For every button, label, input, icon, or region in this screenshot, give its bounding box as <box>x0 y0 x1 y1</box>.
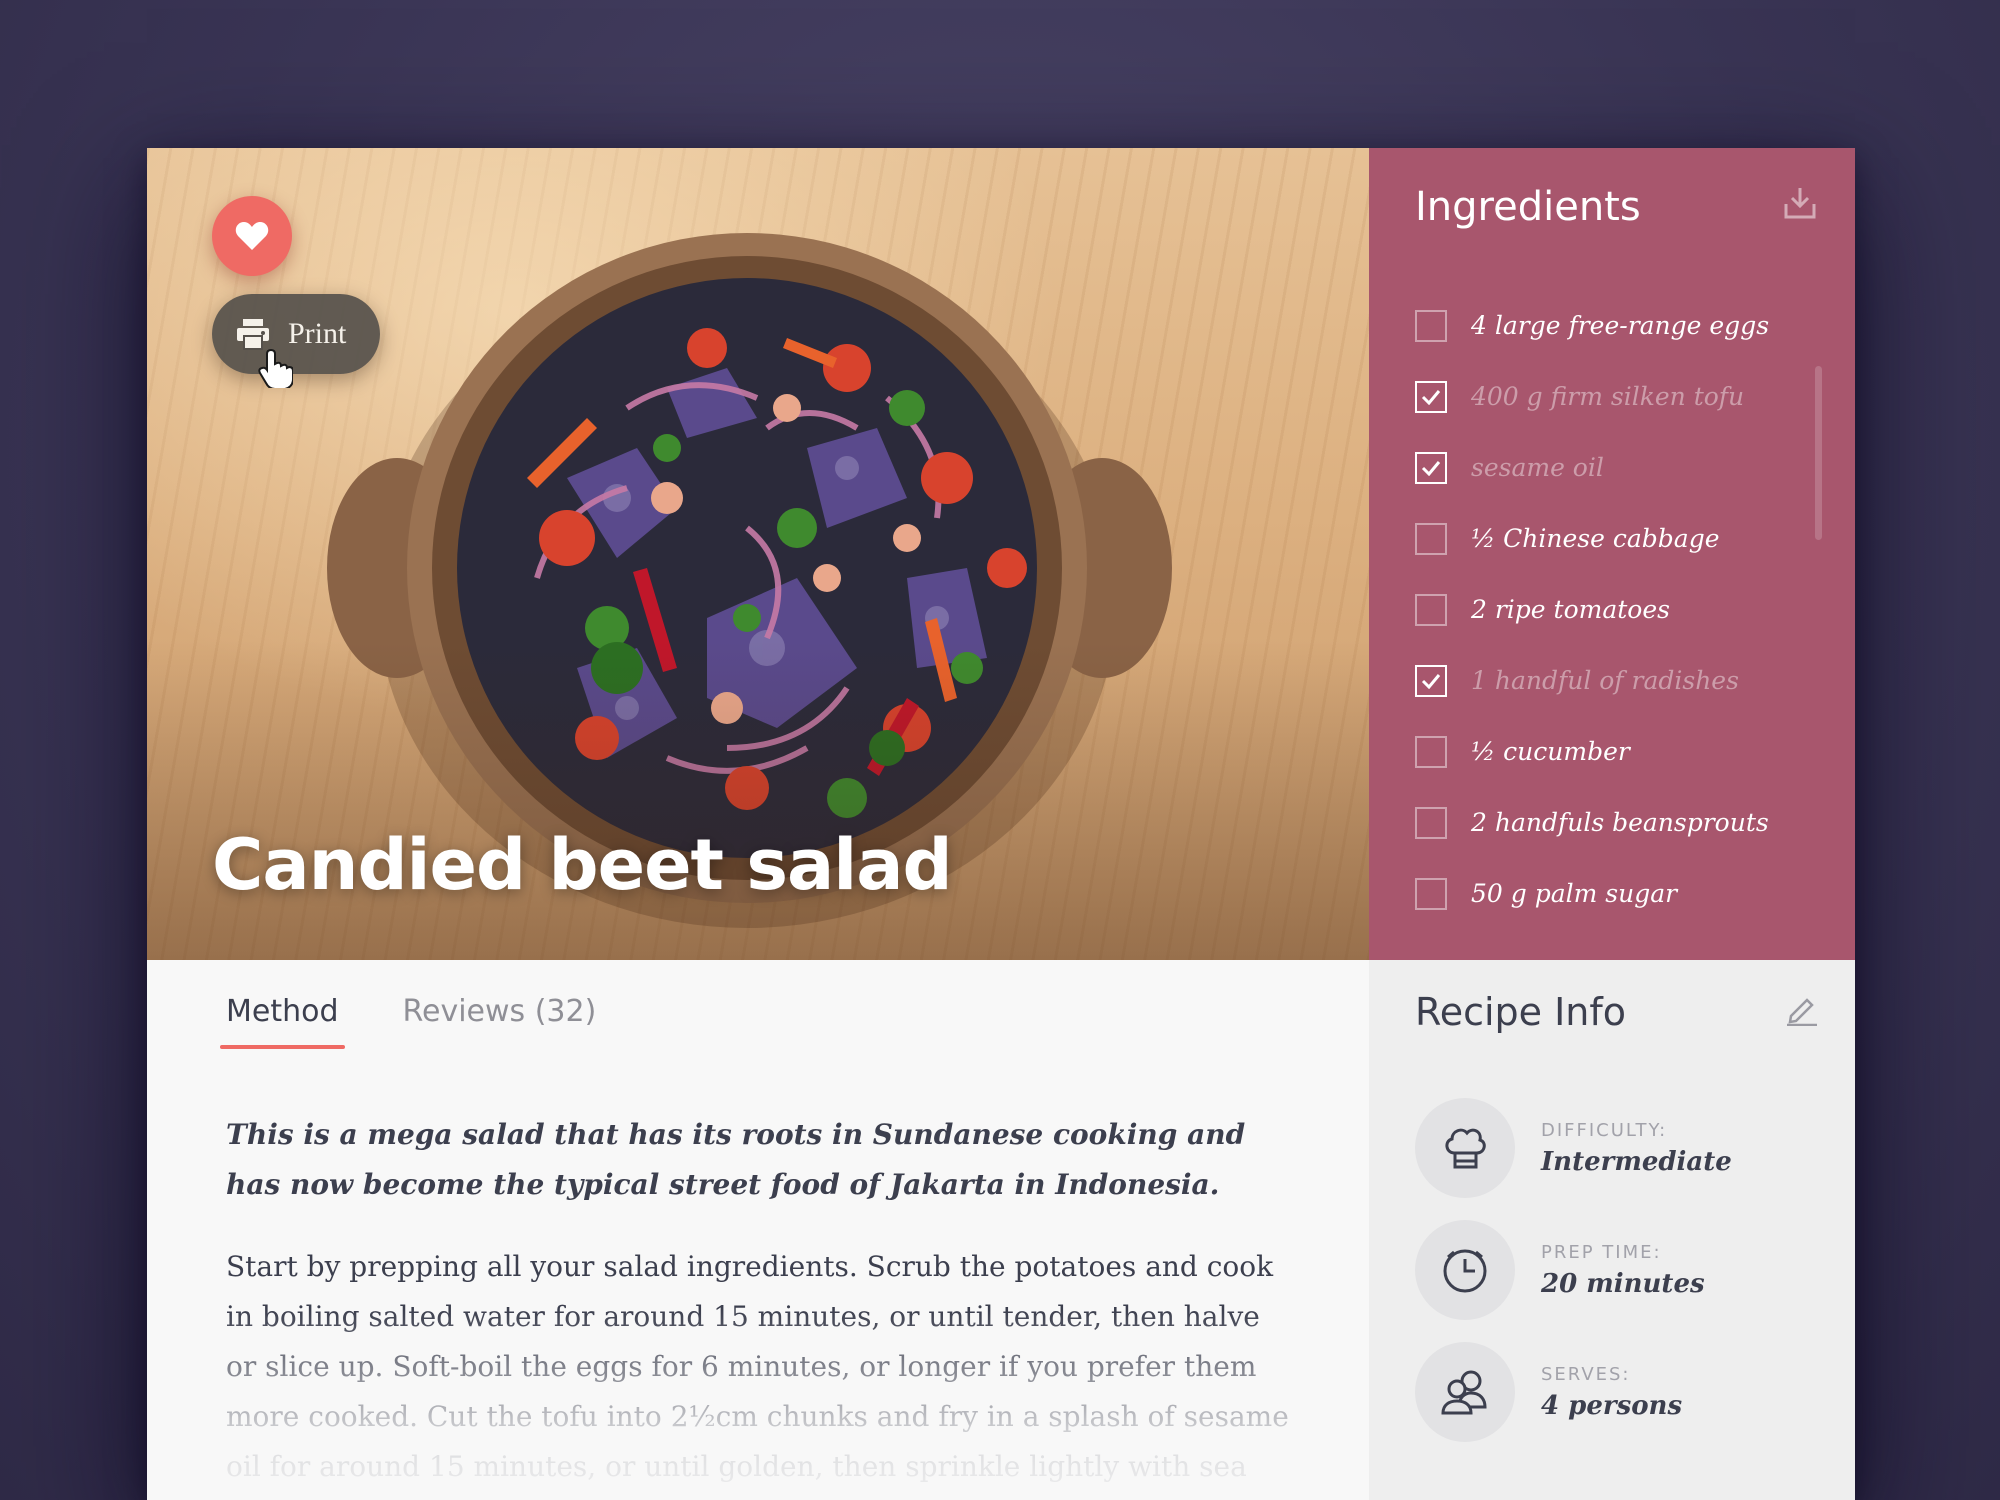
ingredient-checkbox[interactable] <box>1415 522 1447 555</box>
ingredient-item[interactable]: ½ Chinese cabbage <box>1415 503 1815 574</box>
download-icon[interactable] <box>1783 186 1817 220</box>
prep-time-label: PREP TIME: <box>1541 1241 1662 1263</box>
ingredient-item[interactable]: 50 g palm sugar <box>1415 858 1815 929</box>
ingredient-text: ½ Chinese cabbage <box>1471 524 1720 553</box>
ingredients-title: Ingredients <box>1415 184 1641 230</box>
ingredient-text: 2 handfuls beansprouts <box>1471 808 1769 837</box>
ingredient-checkbox[interactable] <box>1415 309 1447 342</box>
serves-value: 4 persons <box>1541 1390 1683 1421</box>
ingredient-item[interactable]: 2 ripe tomatoes <box>1415 574 1815 645</box>
ingredient-checkbox[interactable] <box>1415 593 1447 626</box>
heart-icon <box>235 222 269 250</box>
recipe-info-title: Recipe Info <box>1415 990 1627 1034</box>
ingredient-checkbox[interactable] <box>1415 735 1447 768</box>
recipe-title: Candied beet salad <box>212 824 953 906</box>
ingredient-item[interactable]: 4 large free-range eggs <box>1415 290 1815 361</box>
ingredient-checkbox-checked[interactable] <box>1415 380 1447 413</box>
method-intro: This is a mega salad that has its roots … <box>226 1118 1246 1201</box>
ingredient-checkbox-checked[interactable] <box>1415 664 1447 697</box>
ingredient-item[interactable]: 2 handfuls beansprouts <box>1415 787 1815 858</box>
difficulty-row: DIFFICULTY: Intermediate <box>1415 1098 1835 1198</box>
ingredient-text: 1 handful of radishes <box>1471 666 1739 695</box>
ingredient-text: ½ cucumber <box>1471 737 1630 766</box>
prep-time-value: 20 minutes <box>1541 1268 1705 1299</box>
ingredients-panel: Ingredients 4 large free-range eggs 400 … <box>1369 148 1855 960</box>
print-label: Print <box>288 317 347 350</box>
tab-method[interactable]: Method <box>220 994 345 1049</box>
difficulty-value: Intermediate <box>1541 1146 1732 1177</box>
printer-icon <box>237 319 269 350</box>
ingredient-text: 50 g palm sugar <box>1471 879 1678 908</box>
ingredient-item[interactable]: ½ cucumber <box>1415 716 1815 787</box>
check-icon <box>1421 389 1441 405</box>
ingredient-text: sesame oil <box>1471 453 1604 482</box>
ingredient-item[interactable]: sesame oil <box>1415 432 1815 503</box>
check-icon <box>1421 460 1441 476</box>
serves-row: SERVES: 4 persons <box>1415 1342 1835 1442</box>
ingredient-text: 400 g firm silken tofu <box>1471 382 1745 411</box>
hand-cursor-icon <box>258 348 293 388</box>
serves-label: SERVES: <box>1541 1363 1631 1385</box>
ingredient-list: 4 large free-range eggs 400 g firm silke… <box>1415 290 1815 929</box>
favorite-button[interactable] <box>212 196 292 276</box>
clock-icon <box>1415 1220 1515 1320</box>
ingredient-text: 2 ripe tomatoes <box>1471 595 1670 624</box>
check-icon <box>1421 673 1441 689</box>
hero-image: Print Candied beet salad <box>147 148 1369 960</box>
difficulty-label: DIFFICULTY: <box>1541 1119 1668 1141</box>
ingredient-checkbox[interactable] <box>1415 806 1447 839</box>
ingredient-text: 4 large free-range eggs <box>1471 311 1770 340</box>
tab-reviews[interactable]: Reviews (32) <box>403 994 597 1049</box>
users-icon <box>1415 1342 1515 1442</box>
text-fade-overlay <box>147 1310 1369 1500</box>
ingredient-item[interactable]: 400 g firm silken tofu <box>1415 361 1815 432</box>
ingredient-checkbox-checked[interactable] <box>1415 451 1447 484</box>
edit-icon[interactable] <box>1785 994 1819 1026</box>
recipe-info-panel: Recipe Info DIFFICULTY: Intermediate PRE… <box>1369 960 1855 1500</box>
chef-hat-icon <box>1415 1098 1515 1198</box>
print-button[interactable]: Print <box>212 294 380 374</box>
hero-gradient <box>147 640 1369 960</box>
ingredients-scrollbar[interactable] <box>1815 366 1822 540</box>
prep-time-row: PREP TIME: 20 minutes <box>1415 1220 1835 1320</box>
tab-bar: Method Reviews (32) <box>220 994 660 1049</box>
ingredient-checkbox[interactable] <box>1415 877 1447 910</box>
method-panel: Method Reviews (32) This is a mega salad… <box>147 960 1369 1500</box>
ingredient-item[interactable]: 1 handful of radishes <box>1415 645 1815 716</box>
recipe-card: Print Candied beet salad Ingredients 4 l… <box>147 148 1855 1500</box>
